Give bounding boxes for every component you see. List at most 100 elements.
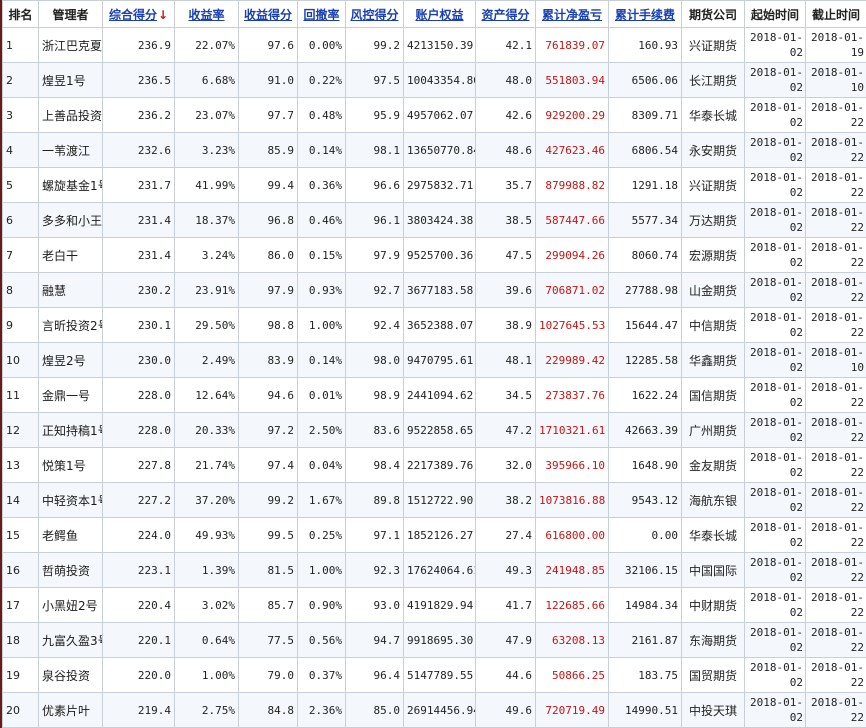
start-date-cell: 2018-01- 02 xyxy=(744,622,806,658)
fees-cell: 1291.18 xyxy=(608,167,682,203)
end-date-cell-line2: 19 xyxy=(850,46,864,59)
start-date-cell-line1: 2018-01- xyxy=(750,521,803,534)
broker-cell: 宏源期货 xyxy=(681,237,745,273)
equity-cell: 9522858.65 xyxy=(403,412,476,448)
header-end: 截止时间 xyxy=(805,0,866,28)
manager-cell: 上善品投资 xyxy=(38,97,103,133)
rank-cell: 17 xyxy=(2,587,39,623)
broker-cell: 中信期货 xyxy=(681,307,745,343)
start-date-cell-line1: 2018-01- xyxy=(750,416,803,429)
table-row: 8 融慧 230.2 23.91% 97.9 0.93% 92.7 3677183.58 39.… xyxy=(2,272,866,308)
asset-score-cell: 47.5 xyxy=(475,237,536,273)
return-score-cell: 97.2 xyxy=(238,412,298,448)
sort-net-profit[interactable]: 累计净盈亏 xyxy=(535,0,609,28)
manager-cell: 哲萌投资 xyxy=(38,552,103,588)
broker-cell: 长江期货 xyxy=(681,62,745,98)
start-date-cell: 2018-01- 02 xyxy=(744,132,806,168)
end-date-cell: 2018-01- 22 xyxy=(805,692,866,728)
header-broker: 期货公司 xyxy=(681,0,745,28)
rank-cell: 13 xyxy=(2,447,39,483)
broker-cell: 国信期货 xyxy=(681,377,745,413)
start-date-cell-line1: 2018-01- xyxy=(750,311,803,324)
equity-cell: 26914456.94 xyxy=(403,692,476,728)
header-end-label: 截止时间 xyxy=(811,7,860,22)
sort-drawdown[interactable]: 回撤率 xyxy=(297,0,346,28)
start-date-cell-line1: 2018-01- xyxy=(750,206,803,219)
start-date-cell-line2: 02 xyxy=(789,536,803,549)
asset-score-cell: 48.0 xyxy=(475,62,536,98)
return-score-cell: 97.9 xyxy=(238,272,298,308)
fees-cell: 0.00 xyxy=(608,517,682,553)
end-date-cell: 2018-01- 22 xyxy=(805,412,866,448)
sort-risk-score[interactable]: 风控得分 xyxy=(345,0,404,28)
asset-score-cell: 38.2 xyxy=(475,482,536,518)
manager-cell: 中轻资本1号 xyxy=(38,482,103,518)
composite-score-cell: 230.2 xyxy=(102,272,175,308)
end-date-cell: 2018-01- 22 xyxy=(805,552,866,588)
start-date-cell-line1: 2018-01- xyxy=(750,626,803,639)
risk-score-cell: 89.8 xyxy=(345,482,404,518)
sort-return-rate[interactable]: 收益率 xyxy=(174,0,239,28)
broker-cell: 东海期货 xyxy=(681,622,745,658)
end-date-cell: 2018-01- 22 xyxy=(805,167,866,203)
start-date-cell-line2: 02 xyxy=(789,221,803,234)
net-profit-cell: 273837.76 xyxy=(535,377,609,413)
sort-asset-score[interactable]: 资产得分 xyxy=(475,0,536,28)
table-row: 19 泉谷投资 220.0 1.00% 79.0 0.37% 96.4 5147789.55 4… xyxy=(2,657,866,693)
broker-cell: 国贸期货 xyxy=(681,657,745,693)
start-date-cell-line2: 02 xyxy=(789,326,803,339)
start-date-cell-line1: 2018-01- xyxy=(750,556,803,569)
drawdown-cell: 1.00% xyxy=(297,307,346,343)
end-date-cell-line1: 2018-01- xyxy=(811,381,864,394)
rank-cell: 8 xyxy=(2,272,39,308)
header-start: 起始时间 xyxy=(744,0,806,28)
start-date-cell-line2: 02 xyxy=(789,291,803,304)
manager-cell: 正知持稿1号 xyxy=(38,412,103,448)
end-date-cell-line2: 22 xyxy=(850,326,864,339)
start-date-cell: 2018-01- 02 xyxy=(744,447,806,483)
start-date-cell-line2: 02 xyxy=(789,81,803,94)
start-date-cell-line1: 2018-01- xyxy=(750,696,803,709)
fees-cell: 15644.47 xyxy=(608,307,682,343)
return-rate-cell: 18.37% xyxy=(174,202,239,238)
asset-score-cell: 38.9 xyxy=(475,307,536,343)
sort-equity[interactable]: 账户权益 xyxy=(403,0,476,28)
fees-cell: 1622.24 xyxy=(608,377,682,413)
broker-cell: 华泰长城 xyxy=(681,97,745,133)
risk-score-cell: 92.3 xyxy=(345,552,404,588)
drawdown-cell: 1.67% xyxy=(297,482,346,518)
drawdown-cell: 0.01% xyxy=(297,377,346,413)
equity-cell: 5147789.55 xyxy=(403,657,476,693)
rank-cell: 10 xyxy=(2,342,39,378)
manager-cell: 煌昱2号 xyxy=(38,342,103,378)
end-date-cell: 2018-01- 19 xyxy=(805,27,866,63)
end-date-cell-line1: 2018-01- xyxy=(811,416,864,429)
return-rate-cell: 21.74% xyxy=(174,447,239,483)
manager-cell: 言昕投资2号 xyxy=(38,307,103,343)
asset-score-cell: 39.6 xyxy=(475,272,536,308)
composite-score-cell: 236.5 xyxy=(102,62,175,98)
risk-score-cell: 97.9 xyxy=(345,237,404,273)
end-date-cell-line2: 22 xyxy=(850,571,864,584)
end-date-cell-line1: 2018-01- xyxy=(811,486,864,499)
composite-score-cell: 231.4 xyxy=(102,237,175,273)
return-rate-cell: 3.24% xyxy=(174,237,239,273)
start-date-cell-line1: 2018-01- xyxy=(750,136,803,149)
net-profit-cell: 122685.66 xyxy=(535,587,609,623)
start-date-cell-line1: 2018-01- xyxy=(750,591,803,604)
header-risk-score-label: 风控得分 xyxy=(350,7,399,22)
risk-score-cell: 83.6 xyxy=(345,412,404,448)
rank-cell: 11 xyxy=(2,377,39,413)
sort-composite-score[interactable]: 综合得分↓ xyxy=(102,0,175,28)
composite-score-cell: 236.2 xyxy=(102,97,175,133)
sort-return-score[interactable]: 收益得分 xyxy=(238,0,298,28)
start-date-cell-line2: 02 xyxy=(789,46,803,59)
manager-cell: 煌昱1号 xyxy=(38,62,103,98)
composite-score-cell: 224.0 xyxy=(102,517,175,553)
equity-cell: 3803424.38 xyxy=(403,202,476,238)
composite-score-cell: 228.0 xyxy=(102,377,175,413)
header-composite-label: 综合得分 xyxy=(108,7,157,22)
sort-fees[interactable]: 累计手续费 xyxy=(608,0,682,28)
return-rate-cell: 2.75% xyxy=(174,692,239,728)
drawdown-cell: 0.25% xyxy=(297,517,346,553)
